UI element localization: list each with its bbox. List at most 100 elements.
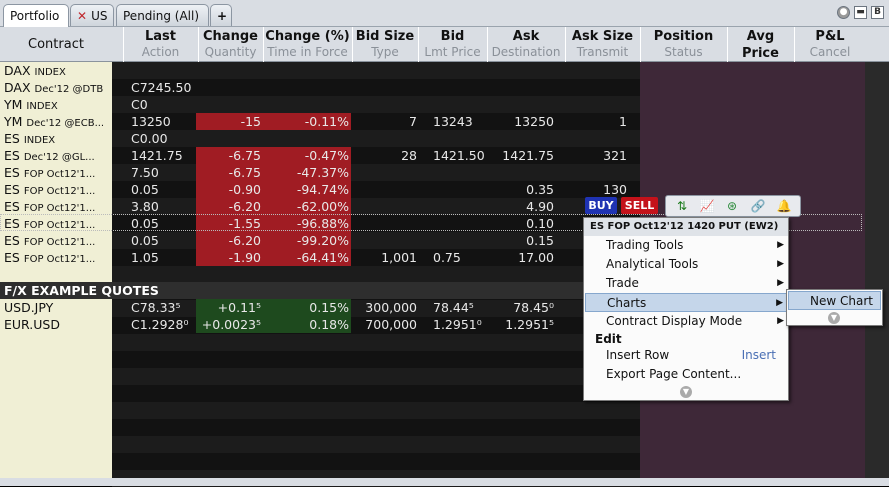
contract-symbol: ES — [4, 199, 20, 214]
cell-asksz — [565, 96, 627, 113]
cell-asksz — [565, 130, 627, 147]
table-row[interactable]: DAX INDEX — [0, 62, 865, 79]
header-col[interactable]: Bid Lmt Price — [418, 27, 486, 62]
cell-last: C0 — [131, 97, 148, 112]
right-panel — [865, 62, 889, 486]
cell-bid — [433, 96, 487, 113]
cell-last: 3.80 — [131, 199, 159, 214]
chevron-down-icon[interactable]: ▼ — [828, 312, 840, 324]
header-col[interactable]: Change (%) Time in Force — [263, 27, 351, 62]
chevron-right-icon: ▶ — [776, 298, 783, 308]
cell-ask: 1421.75 — [502, 148, 554, 163]
menu-item-insert-row[interactable]: Insert Row Insert — [585, 346, 788, 365]
tab-bar: Portfolio ✕ US Pending (All) + ● ▬ B — [0, 0, 889, 27]
table-row[interactable]: DAX Dec'12 @DTB C7245.50 — [0, 79, 865, 96]
table-row[interactable]: YM INDEX C0 — [0, 96, 865, 113]
contract-name[interactable]: YM Dec'12 @ECB... — [4, 113, 104, 130]
header-contract[interactable]: Contract — [0, 27, 112, 62]
contract-name[interactable]: ES FOP Oct12'1... — [4, 198, 95, 215]
quick-toolbar: ⇅ 📈 ⊛ 🔗 🔔 — [665, 195, 801, 217]
cell-last: 0.05 — [131, 233, 159, 248]
header-sublabel: Quantity — [204, 45, 257, 59]
order-ticket-icon[interactable]: ⇅ — [674, 199, 690, 214]
contract-name[interactable]: ES FOP Oct12'1... — [4, 249, 95, 266]
cell-bidsz — [352, 198, 417, 215]
menu-item-analytical-tools[interactable]: Analytical Tools ▶ — [585, 255, 788, 274]
option-chain-icon[interactable]: ⊛ — [724, 199, 740, 214]
close-icon[interactable]: ✕ — [77, 9, 87, 23]
contract-name[interactable]: ES INDEX — [4, 130, 55, 147]
header-sublabel: Status — [664, 45, 703, 59]
contract-detail: Dec'12 @GL... — [23, 152, 95, 163]
menu-item-contract-display-mode[interactable]: Contract Display Mode ▶ — [585, 312, 788, 331]
link-icon[interactable]: 🔗 — [750, 199, 766, 214]
table-row[interactable]: ES INDEX C0.00 — [0, 130, 865, 147]
header-col[interactable]: Bid Size Type — [352, 27, 417, 62]
maximize-icon[interactable]: B — [871, 6, 884, 19]
menu-item-new-chart[interactable]: New Chart — [788, 291, 881, 310]
contract-name[interactable]: ES Dec'12 @GL... — [4, 147, 95, 164]
header-sublabel: Action — [141, 45, 180, 59]
chart-icon[interactable]: 📈 — [699, 199, 715, 214]
contract-detail: FOP Oct12'1... — [23, 237, 96, 248]
header-col[interactable]: P&L Cancel — [794, 27, 865, 62]
tab-portfolio[interactable]: Portfolio — [3, 4, 69, 27]
header-col[interactable]: Ask Size Transmit — [565, 27, 639, 62]
minimize-icon[interactable]: ▬ — [854, 6, 867, 19]
tab-label: Portfolio — [10, 9, 60, 23]
header-col[interactable]: Position Status — [640, 27, 726, 62]
header-col[interactable]: Ask Destination — [487, 27, 564, 62]
cell-ask: 0.15 — [526, 233, 554, 248]
menu-item-export-page-content[interactable]: Export Page Content... — [585, 365, 788, 384]
table-row[interactable]: ES FOP Oct12'1... 7.50 -6.75 -47.37% — [0, 164, 865, 181]
contract-symbol: YM — [4, 114, 23, 129]
contract-name[interactable]: DAX Dec'12 @DTB — [4, 79, 103, 96]
menu-item-label: Charts — [607, 296, 647, 310]
contract-name[interactable]: YM INDEX — [4, 96, 58, 113]
chevron-right-icon: ▶ — [777, 240, 784, 250]
cell-asksz — [565, 164, 627, 181]
table-row[interactable]: ES Dec'12 @GL... 1421.75 -6.75 -0.47% 28 1421… — [0, 147, 865, 164]
header-col[interactable]: Avg PriceTrd Px — [727, 27, 793, 76]
settings-icon[interactable]: ● — [837, 6, 850, 19]
cell-ask: 13250 — [514, 114, 554, 129]
alert-icon[interactable]: 🔔 — [776, 199, 792, 214]
cell-pct: -94.74% — [296, 182, 349, 197]
cell-chg — [196, 62, 261, 79]
menu-item-charts[interactable]: Charts ▶ — [585, 293, 788, 312]
chevron-down-icon[interactable]: ▼ — [680, 386, 692, 398]
table-row[interactable]: YM Dec'12 @ECB... 13250 -15 -0.11% 7 13243 132… — [0, 113, 865, 130]
contract-name[interactable]: EUR.USD — [4, 316, 60, 333]
menu-item-trade[interactable]: Trade ▶ — [585, 274, 788, 293]
header-col[interactable]: Change Quantity — [198, 27, 262, 62]
cell-pct: -62.00% — [296, 199, 349, 214]
sell-button[interactable]: SELL — [621, 197, 658, 214]
cell-pct: -0.11% — [304, 114, 349, 129]
contract-detail: FOP Oct12'1... — [23, 254, 96, 265]
tab-label: Pending (All) — [123, 9, 200, 23]
cell-chg: -6.20 — [228, 199, 261, 214]
cell-chg — [196, 79, 261, 96]
header-sublabel: Destination — [491, 45, 561, 59]
cell-last: C7245.50 — [131, 80, 192, 95]
contract-name[interactable]: USD.JPY — [4, 299, 53, 316]
contract-name[interactable]: ES FOP Oct12'1... — [4, 181, 95, 198]
header-label: Ask Size — [571, 29, 634, 44]
cell-bidsz: 1,001 — [381, 250, 417, 265]
header-col[interactable]: Last Action — [123, 27, 197, 62]
contract-name[interactable]: DAX INDEX — [4, 62, 66, 79]
header-label: Avg Price — [742, 29, 779, 61]
contract-name[interactable]: ES FOP Oct12'1... — [4, 164, 95, 181]
tab-us[interactable]: ✕ US — [70, 4, 114, 26]
header-sublabel: Lmt Price — [424, 45, 481, 59]
contract-symbol: ES — [4, 131, 20, 146]
tab-pending[interactable]: Pending (All) — [116, 4, 209, 26]
cell-bidsz — [352, 62, 417, 79]
buy-button[interactable]: BUY — [585, 197, 617, 214]
contract-name[interactable]: ES FOP Oct12'1... — [4, 232, 95, 249]
add-tab-button[interactable]: + — [210, 4, 232, 26]
fx-section-header: F/X EXAMPLE QUOTES — [0, 282, 640, 299]
cell-bid — [433, 79, 487, 96]
menu-item-trading-tools[interactable]: Trading Tools ▶ — [585, 236, 788, 255]
cell-bid: 13243 — [433, 114, 473, 129]
